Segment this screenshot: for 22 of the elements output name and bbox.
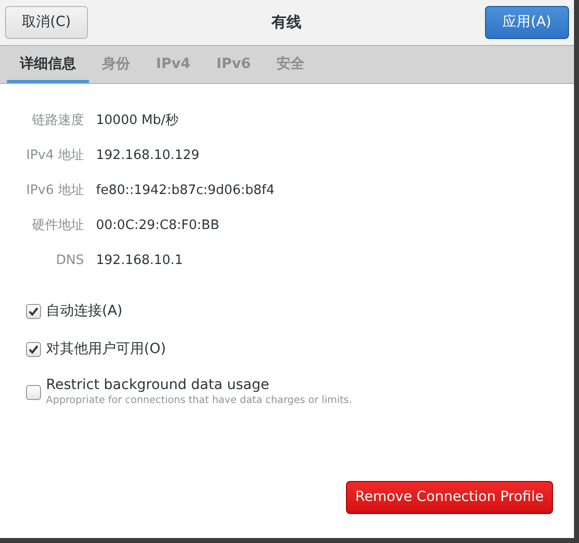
window-title: 有线 [272,12,302,34]
checkbox[interactable] [26,342,41,356]
checkbox[interactable] [26,384,41,400]
field-label: IPv6 地址 [25,182,84,200]
field-label: 硬件地址 [31,217,84,235]
checkbox-label[interactable]: 自动连接(A) [46,302,123,320]
checkbox[interactable] [26,304,41,318]
field-label: 链路速度 [31,112,84,130]
tab[interactable]: 详细信息 [7,46,89,83]
hint-text: Appropriate for connections that have data charges or limits. [46,394,352,408]
apply-button[interactable]: 应用(A) [485,6,569,39]
field-value: 10000 Mb/秒 [96,112,180,130]
field-value: 192.168.10.129 [96,147,200,165]
field-label: IPv4 地址 [25,147,84,165]
checkbox-label[interactable]: 对其他用户可用(O) [46,340,166,358]
field-label: DNS [55,252,84,270]
cancel-button[interactable]: 取消(C) [5,6,88,39]
field-value: fe80::1942:b87c:9d06:b8f4 [96,182,276,200]
field-value: 192.168.10.1 [96,252,184,270]
field-value: 00:0C:29:C8:F0:BB [96,217,220,235]
checkbox-label[interactable]: Restrict background data usage [46,376,352,394]
remove-connection-button[interactable]: Remove Connection Profile [346,481,553,514]
